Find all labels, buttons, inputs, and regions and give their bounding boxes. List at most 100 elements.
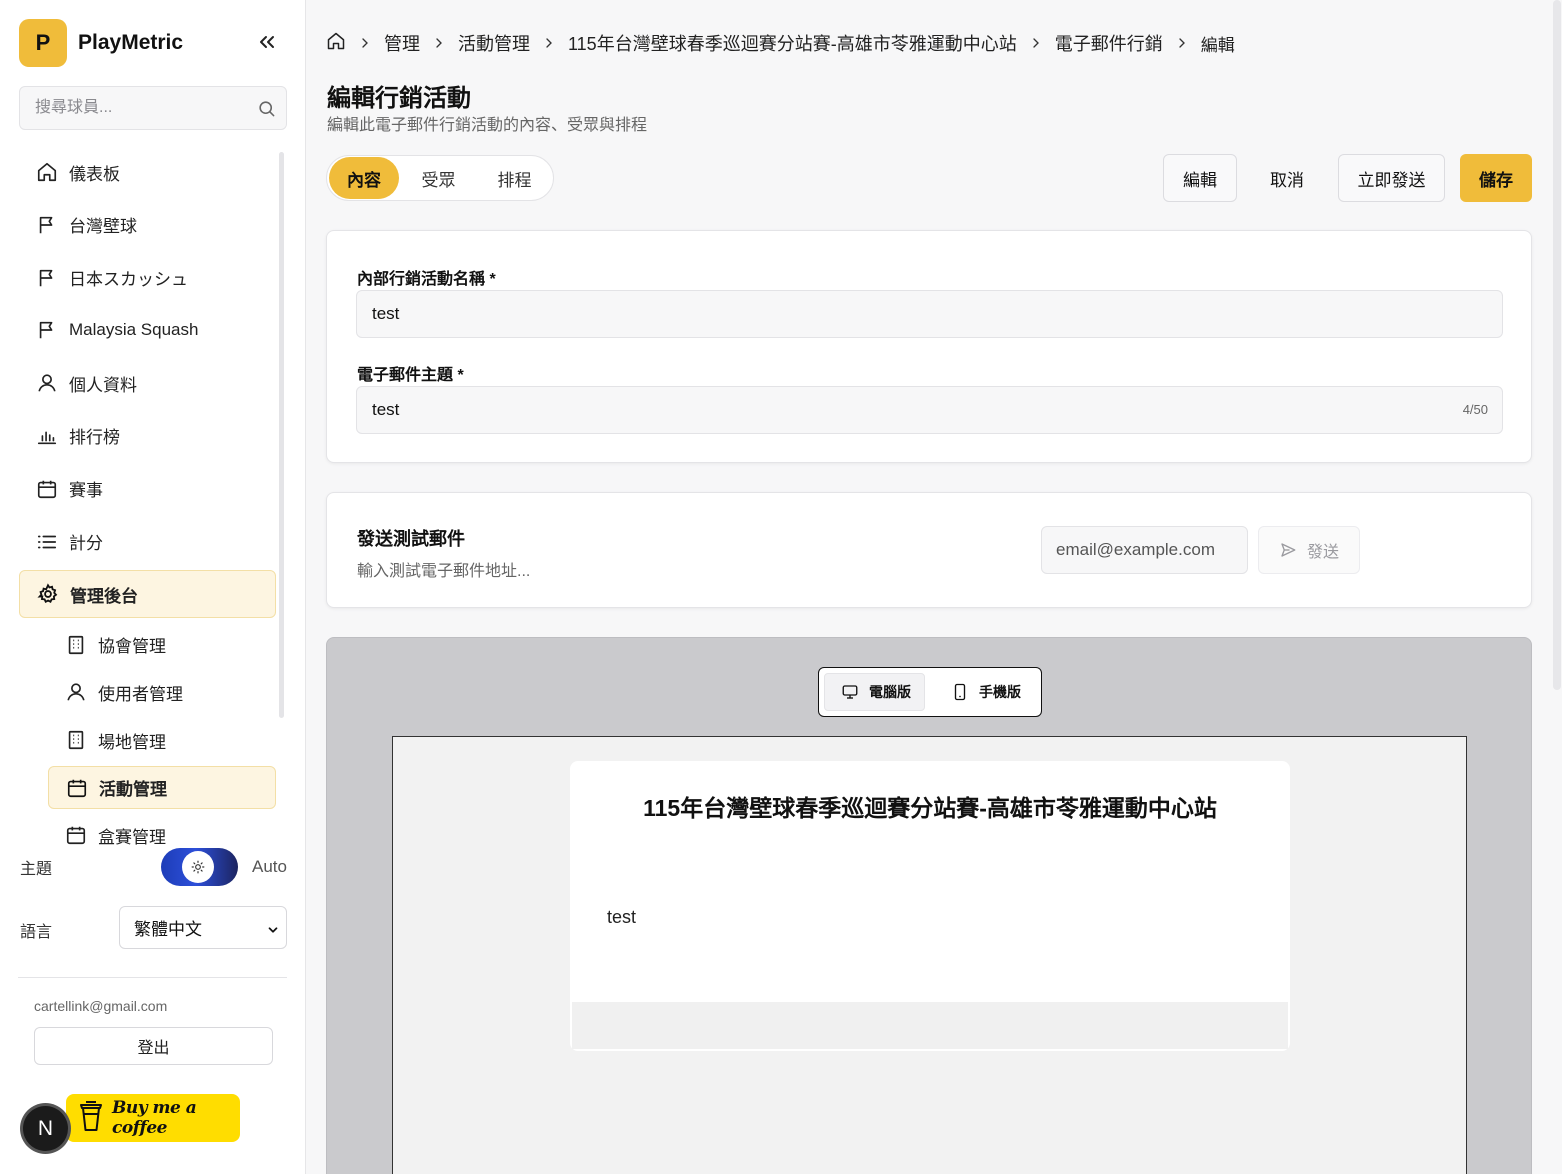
flag-icon: [35, 213, 59, 237]
bar-chart-icon: [35, 424, 59, 448]
flag-icon: [35, 318, 59, 342]
mobile-view-button[interactable]: 手機版: [925, 673, 1021, 711]
calendar-icon: [65, 776, 89, 800]
campaign-name-value: test: [372, 304, 400, 323]
campaign-name-label: 內部行銷活動名稱 *: [357, 271, 496, 288]
sidebar-scrollbar[interactable]: [279, 152, 284, 718]
breadcrumb-item-admin[interactable]: 管理: [384, 30, 420, 56]
search-icon[interactable]: [257, 99, 276, 123]
email-subject-input[interactable]: test 4/50: [356, 386, 1503, 434]
desktop-view-button[interactable]: 電腦版: [824, 673, 925, 711]
sidebar-item-label: 計分: [69, 534, 103, 554]
email-preview-panel: 電腦版 手機版 115年台灣壁球春季巡迴賽分站賽-高雄市苓雅運動中心站 test: [326, 637, 1532, 1174]
device-switch: 電腦版 手機版: [818, 667, 1042, 717]
sidebar-item-profile[interactable]: 個人資料: [19, 359, 276, 407]
email-subject-label: 電子郵件主題 *: [357, 367, 464, 384]
sidebar-item-label: 場地管理: [98, 732, 166, 752]
tab-schedule[interactable]: 排程: [478, 157, 551, 199]
sidebar-item-association-management[interactable]: 協會管理: [48, 623, 276, 666]
language-select[interactable]: 繁體中文: [119, 906, 287, 949]
desktop-view-label: 電腦版: [869, 684, 911, 700]
page-subtitle: 編輯此電子郵件行銷活動的內容、受眾與排程: [327, 117, 648, 134]
send-now-button[interactable]: 立即發送: [1338, 154, 1445, 202]
breadcrumb-item-email-marketing[interactable]: 電子郵件行銷: [1055, 30, 1163, 56]
test-email-description: 輸入測試電子郵件地址...: [357, 563, 531, 580]
breadcrumb-item-current: 編輯: [1200, 35, 1235, 55]
sidebar-item-taiwan-squash[interactable]: 台灣壁球: [19, 201, 276, 249]
sidebar-item-label: 日本スカッシュ: [69, 270, 188, 290]
chevron-right-icon: [1028, 35, 1044, 51]
chevron-right-icon: [541, 35, 557, 51]
sidebar-item-admin[interactable]: 管理後台: [19, 570, 276, 619]
breadcrumb-item-event[interactable]: 115年台灣壁球春季巡迴賽分站賽-高雄市苓雅運動中心站: [568, 30, 1017, 56]
theme-toggle[interactable]: [161, 848, 238, 886]
page-scrollbar[interactable]: [1553, 0, 1561, 690]
sidebar-item-label: 排行榜: [69, 428, 120, 448]
campaign-name-input[interactable]: test: [356, 290, 1503, 338]
sidebar-item-user-management[interactable]: 使用者管理: [48, 671, 276, 714]
cancel-button[interactable]: 取消: [1250, 154, 1324, 202]
building-icon: [64, 633, 88, 657]
home-icon[interactable]: [326, 31, 346, 56]
language-row: 語言 繁體中文: [20, 906, 287, 949]
sidebar-item-label: 盒賽管理: [98, 827, 166, 847]
sidebar-item-tournaments[interactable]: 賽事: [19, 465, 276, 513]
collapse-sidebar-icon[interactable]: [255, 30, 279, 54]
main-content: 管理 活動管理 115年台灣壁球春季巡迴賽分站賽-高雄市苓雅運動中心站 電子郵件…: [306, 0, 1562, 1174]
sidebar-item-event-management[interactable]: 活動管理: [48, 766, 276, 810]
user-email: cartellink@gmail.com: [34, 998, 168, 1014]
user-icon: [64, 680, 88, 704]
sidebar-item-scoring[interactable]: 計分: [19, 518, 276, 566]
page-title: 編輯行銷活動: [327, 85, 471, 112]
breadcrumb-item-event-management[interactable]: 活動管理: [458, 30, 530, 56]
sidebar-divider: [18, 977, 287, 978]
n-badge[interactable]: N: [23, 1106, 68, 1151]
list-icon: [35, 530, 59, 554]
email-preview-footer: [572, 1002, 1288, 1049]
chevron-right-icon: [357, 35, 373, 51]
edit-button[interactable]: 編輯: [1163, 154, 1237, 202]
user-icon: [35, 371, 59, 395]
send-test-label: 發送: [1306, 544, 1339, 561]
brand[interactable]: P PlayMetric: [19, 19, 183, 67]
sidebar-item-dashboard[interactable]: 儀表板: [19, 148, 276, 196]
theme-label: 主題: [20, 861, 53, 878]
save-button[interactable]: 儲存: [1460, 154, 1532, 202]
sidebar-item-label: 台灣壁球: [69, 217, 137, 237]
home-icon: [35, 160, 59, 184]
test-email-input[interactable]: email@example.com: [1041, 526, 1248, 574]
gear-icon: [36, 582, 60, 606]
campaign-form-card: 內部行銷活動名稱 * test 電子郵件主題 * test 4/50: [326, 230, 1532, 463]
sidebar-item-label: 管理後台: [70, 586, 138, 606]
language-label: 語言: [20, 924, 53, 941]
monitor-icon: [842, 685, 858, 699]
test-email-card: 發送測試郵件 輸入測試電子郵件地址... email@example.com 發…: [326, 492, 1532, 608]
search-box: [19, 86, 287, 130]
sidebar-item-label: 使用者管理: [98, 684, 183, 704]
logout-button[interactable]: 登出: [34, 1027, 273, 1065]
sidebar-item-malaysia-squash[interactable]: Malaysia Squash: [19, 306, 276, 354]
sidebar: P PlayMetric 儀表板 台灣壁球 日本スカッシュ Malaysia S…: [0, 0, 306, 1174]
theme-row: 主題 Auto: [20, 846, 287, 888]
send-test-button[interactable]: 發送: [1258, 526, 1360, 574]
sidebar-item-label: 賽事: [69, 481, 103, 501]
sidebar-item-japan-squash[interactable]: 日本スカッシュ: [19, 254, 276, 302]
sidebar-item-label: 儀表板: [69, 164, 120, 184]
search-input[interactable]: [20, 87, 240, 129]
tab-audience[interactable]: 受眾: [399, 157, 478, 199]
chevron-right-icon: [431, 35, 447, 51]
tab-content[interactable]: 內容: [329, 157, 400, 199]
test-email-title: 發送測試郵件: [357, 529, 465, 549]
subject-char-count: 4/50: [1462, 402, 1488, 417]
calendar-icon: [64, 823, 88, 847]
email-subject-value: test: [372, 400, 400, 419]
sidebar-item-rankings[interactable]: 排行榜: [19, 412, 276, 460]
sidebar-item-label: 個人資料: [69, 375, 137, 395]
sidebar-item-label: Malaysia Squash: [69, 320, 199, 340]
email-preview-card: 115年台灣壁球春季巡迴賽分站賽-高雄市苓雅運動中心站 test: [570, 761, 1290, 1051]
email-preview-body: test: [607, 907, 637, 927]
building-icon: [64, 728, 88, 752]
sidebar-item-venue-management[interactable]: 場地管理: [48, 719, 276, 762]
buy-me-a-coffee-button[interactable]: Buy me a coffee: [66, 1094, 240, 1142]
coffee-label: Buy me a coffee: [112, 1098, 197, 1138]
